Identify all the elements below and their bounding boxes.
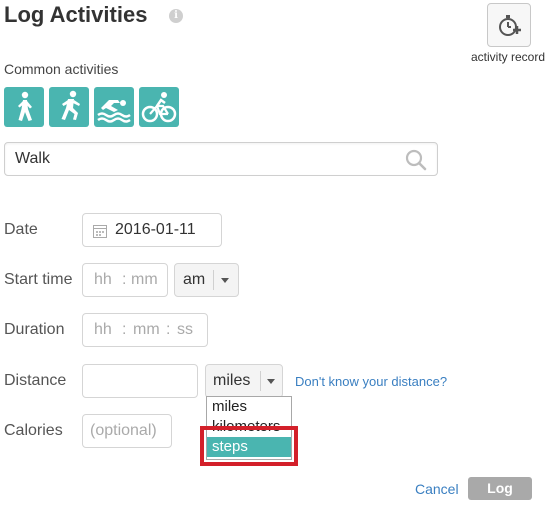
- date-value: 2016-01-11: [115, 221, 196, 238]
- swim-activity-button[interactable]: [94, 87, 134, 127]
- search-value: Walk: [15, 150, 50, 167]
- calendar-icon[interactable]: [93, 224, 107, 238]
- distance-unit-select[interactable]: miles: [205, 364, 283, 398]
- info-icon[interactable]: i: [169, 9, 183, 23]
- date-label: Date: [4, 221, 38, 238]
- hours-placeholder: hh: [94, 271, 112, 288]
- distance-label: Distance: [4, 372, 67, 389]
- annotation-highlight-box: [200, 426, 298, 466]
- calories-input[interactable]: (optional): [82, 414, 172, 448]
- cancel-link[interactable]: Cancel: [415, 481, 459, 497]
- unit-value: miles: [213, 372, 251, 389]
- activity-record-button[interactable]: [487, 3, 531, 47]
- minutes-placeholder: mm: [133, 321, 160, 338]
- date-field[interactable]: 2016-01-11: [82, 213, 222, 247]
- log-button[interactable]: Log: [468, 477, 532, 500]
- calories-placeholder: (optional): [90, 422, 157, 439]
- run-icon: [61, 90, 80, 120]
- run-activity-button[interactable]: [49, 87, 89, 127]
- start-time-label: Start time: [4, 271, 73, 288]
- hours-placeholder: hh: [94, 321, 112, 338]
- seconds-placeholder: ss: [177, 321, 193, 338]
- common-activities-label: Common activities: [4, 61, 119, 77]
- chevron-down-icon: [267, 379, 275, 384]
- duration-field[interactable]: hh : mm : ss: [82, 313, 208, 347]
- select-divider: [213, 270, 214, 290]
- ampm-value: am: [183, 271, 206, 288]
- walk-activity-button[interactable]: [4, 87, 44, 127]
- time-separator: :: [122, 271, 127, 288]
- activity-search-input[interactable]: Walk: [4, 142, 438, 176]
- ampm-select[interactable]: am: [174, 263, 239, 297]
- search-icon[interactable]: [405, 149, 427, 171]
- chevron-down-icon: [221, 278, 229, 283]
- time-separator: :: [122, 321, 127, 338]
- start-time-field[interactable]: hh : mm: [82, 263, 168, 297]
- distance-input[interactable]: [82, 364, 198, 398]
- walk-icon: [18, 91, 32, 121]
- duration-label: Duration: [4, 321, 65, 338]
- distance-help-link[interactable]: Don't know your distance?: [295, 374, 447, 389]
- bike-activity-button[interactable]: [139, 87, 179, 127]
- time-separator: :: [166, 321, 171, 338]
- page-title: Log Activities: [4, 2, 148, 27]
- bike-icon: [141, 92, 177, 123]
- unit-option-miles[interactable]: miles: [207, 397, 291, 417]
- swim-icon: [97, 100, 131, 123]
- minutes-placeholder: mm: [131, 271, 158, 288]
- calories-label: Calories: [4, 422, 63, 439]
- stopwatch-plus-icon: [499, 15, 521, 36]
- select-divider: [260, 371, 261, 391]
- activity-record-label: activity record: [470, 50, 546, 64]
